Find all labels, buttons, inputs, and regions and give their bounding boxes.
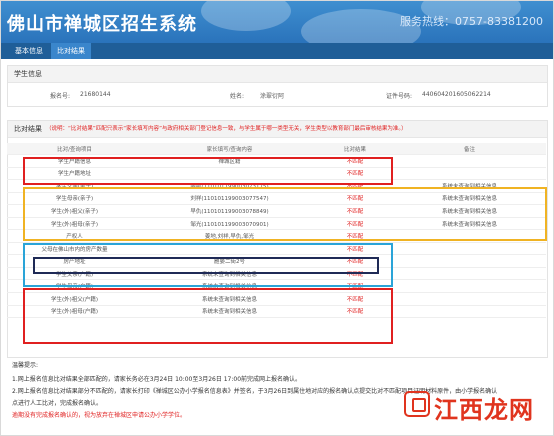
notice-line-4: 逾期没有完成报名确认的，视为放弃在禅城区申请公办小学学位。 xyxy=(12,412,187,419)
remark-cell xyxy=(393,254,546,268)
result-cell: 不匹配 xyxy=(317,279,393,293)
content-cell: 系统未查询到相关信息 xyxy=(142,292,317,306)
column-header: 比对/查询项目 xyxy=(7,143,142,155)
reg-number-label: 报名号: xyxy=(50,93,71,100)
remark-cell xyxy=(393,242,546,256)
content-cell: 刘祥(110101199003077547) xyxy=(142,192,317,206)
table-row: 学生户籍信息 禅城区籍 不匹配 xyxy=(7,154,546,168)
item-cell: 学生(外)祖母(户籍) xyxy=(7,305,142,319)
table-row: 产权人 姜地,刘祥,早仇,邹光 不匹配 xyxy=(7,229,546,243)
remark-cell xyxy=(393,167,546,181)
remark-cell xyxy=(393,154,546,168)
remark-cell: 系统未查询到相关信息 xyxy=(393,217,546,231)
column-header: 家长填写/查询内容 xyxy=(142,143,317,155)
app-title: 佛山市禅城区招生系统 xyxy=(7,14,197,35)
notice-line-3: 点进行人工比对，完成报名确认。 xyxy=(12,400,103,407)
item-cell: 学生母亲(亲子) xyxy=(7,192,142,206)
item-cell: 学生母亲(户籍) xyxy=(7,279,142,293)
table-row: 学生(外)祖母(户籍) 系统未查询到相关信息 不匹配 xyxy=(7,305,546,319)
compare-result-table: 比对/查询项目 家长填写/查询内容 比对结果 备注 学生户籍信息 禅城区籍 不匹配 … xyxy=(7,143,546,319)
result-cell: 不匹配 xyxy=(317,204,393,218)
content-cell: 姜啦(110101199003073175) xyxy=(142,179,317,193)
item-cell: 学生父亲(亲子) xyxy=(7,179,142,193)
name-value: 涂翠衍阿 xyxy=(260,93,285,100)
reg-number-value: 21680144 xyxy=(80,91,111,98)
item-cell: 学生(外)祖父(户籍) xyxy=(7,292,142,306)
student-info-panel: 学生信息 报名号: 21680144 姓名: 涂翠衍阿 证件号码: 440604… xyxy=(7,65,548,107)
result-cell: 不匹配 xyxy=(317,242,393,256)
student-info-row: 报名号: 21680144 姓名: 涂翠衍阿 证件号码: 44060420160… xyxy=(8,83,547,105)
item-cell: 学生(外)祖母(亲子) xyxy=(7,217,142,231)
item-cell: 房产地址 xyxy=(7,254,142,268)
item-cell: 学生户籍地址 xyxy=(7,167,142,181)
content-cell: 邹光(110101199003070901) xyxy=(142,217,317,231)
id-number-value: 440604201605062214 xyxy=(422,91,491,98)
table-row: 学生父亲(亲子) 姜啦(110101199003073175) 不匹配 系统未查询到相… xyxy=(7,179,546,193)
result-cell: 不匹配 xyxy=(317,192,393,206)
note-text: “比对结果”匹配只表示“家长填写内容”与政府相关部门登记信息一致，与学生属于哪一… xyxy=(68,126,407,132)
content-cell: 系统未查询到相关信息 xyxy=(142,305,317,319)
table-row: 父母在佛山市内的房产数量 不匹配 xyxy=(7,242,546,256)
result-cell: 不匹配 xyxy=(317,267,393,281)
tab-bar: 基本信息 比对结果 xyxy=(1,43,553,59)
app-header: 佛山市禅城区招生系统 服务热线：0757-83381200 xyxy=(1,1,553,43)
remark-cell: 系统未查询到相关信息 xyxy=(393,204,546,218)
compare-result-note: （说明：“比对结果”匹配只表示“家长填写内容”与政府相关部门登记信息一致，与学生… xyxy=(46,121,407,137)
tab-basic-info[interactable]: 基本信息 xyxy=(9,43,49,59)
result-cell: 不匹配 xyxy=(317,254,393,268)
item-cell: 学生户籍信息 xyxy=(7,154,142,168)
result-cell: 不匹配 xyxy=(317,167,393,181)
notice-title: 温馨提示: xyxy=(12,362,39,369)
remark-cell xyxy=(393,267,546,281)
content-cell: 禅城区籍 xyxy=(142,154,317,168)
table-row: 房产地址 雁晏二街2号 不匹配 xyxy=(7,254,546,268)
remark-cell: 系统未查询到相关信息 xyxy=(393,179,546,193)
table-row: 学生父亲(户籍) 系统未查询到相关信息 不匹配 xyxy=(7,267,546,281)
header-cloud-decoration xyxy=(201,1,291,31)
content-cell: 雁晏二街2号 xyxy=(142,254,317,268)
watermark-logo: 江西龙网 xyxy=(404,388,534,424)
result-cell: 不匹配 xyxy=(317,305,393,319)
remark-cell xyxy=(393,305,546,319)
item-cell: 学生父亲(户籍) xyxy=(7,267,142,281)
id-number-label: 证件号码: xyxy=(386,93,413,100)
student-info-title: 学生信息 xyxy=(8,66,547,83)
table-row: 学生(外)祖母(亲子) 邹光(110101199003070901) 不匹配 系统未查… xyxy=(7,217,546,231)
watermark-mark-icon xyxy=(404,391,430,417)
table-row: 学生户籍地址 不匹配 xyxy=(7,167,546,181)
result-cell: 不匹配 xyxy=(317,154,393,168)
compare-result-title: 比对结果 xyxy=(14,125,42,133)
remark-cell xyxy=(393,279,546,293)
remark-cell xyxy=(393,292,546,306)
watermark-text: 江西龙网 xyxy=(434,396,534,424)
content-cell xyxy=(142,242,317,256)
item-cell: 父母在佛山市内的房产数量 xyxy=(7,242,142,256)
table-row: 学生母亲(亲子) 刘祥(110101199003077547) 不匹配 系统未查询到相… xyxy=(7,192,546,206)
compare-result-header: 比对结果 （说明：“比对结果”匹配只表示“家长填写内容”与政府相关部门登记信息一… xyxy=(8,121,547,138)
table-row: 学生(外)祖父(户籍) 系统未查询到相关信息 不匹配 xyxy=(7,292,546,306)
table-row: 学生母亲(户籍) 系统未查询到相关信息 不匹配 xyxy=(7,279,546,293)
remark-cell: 系统未查询到相关信息 xyxy=(393,192,546,206)
column-header: 比对结果 xyxy=(317,143,393,155)
table-header-row: 比对/查询项目 家长填写/查询内容 比对结果 备注 xyxy=(7,143,546,155)
result-cell: 不匹配 xyxy=(317,179,393,193)
table-row: 学生(外)祖父(亲子) 早仇(110101199003078849) 不匹配 系统未查… xyxy=(7,204,546,218)
result-cell: 不匹配 xyxy=(317,217,393,231)
result-cell: 不匹配 xyxy=(317,292,393,306)
result-cell: 不匹配 xyxy=(317,229,393,243)
remark-cell xyxy=(393,229,546,243)
content-cell: 系统未查询到相关信息 xyxy=(142,267,317,281)
item-cell: 学生(外)祖父(亲子) xyxy=(7,204,142,218)
notice-line-1: 1.网上报名信息比对结果全部匹配的，请家长务必在3月24日 10:00至3月26… xyxy=(12,376,302,383)
note-prefix: （说明： xyxy=(46,126,69,132)
content-cell: 姜地,刘祥,早仇,邹光 xyxy=(142,229,317,243)
item-cell: 产权人 xyxy=(7,229,142,243)
name-label: 姓名: xyxy=(230,93,245,100)
column-header: 备注 xyxy=(393,143,546,155)
hotline-text: 服务热线：0757-83381200 xyxy=(400,15,543,28)
tab-compare-result[interactable]: 比对结果 xyxy=(51,43,91,59)
content-cell xyxy=(142,167,317,181)
content-cell: 系统未查询到相关信息 xyxy=(142,279,317,293)
content-cell: 早仇(110101199003078849) xyxy=(142,204,317,218)
